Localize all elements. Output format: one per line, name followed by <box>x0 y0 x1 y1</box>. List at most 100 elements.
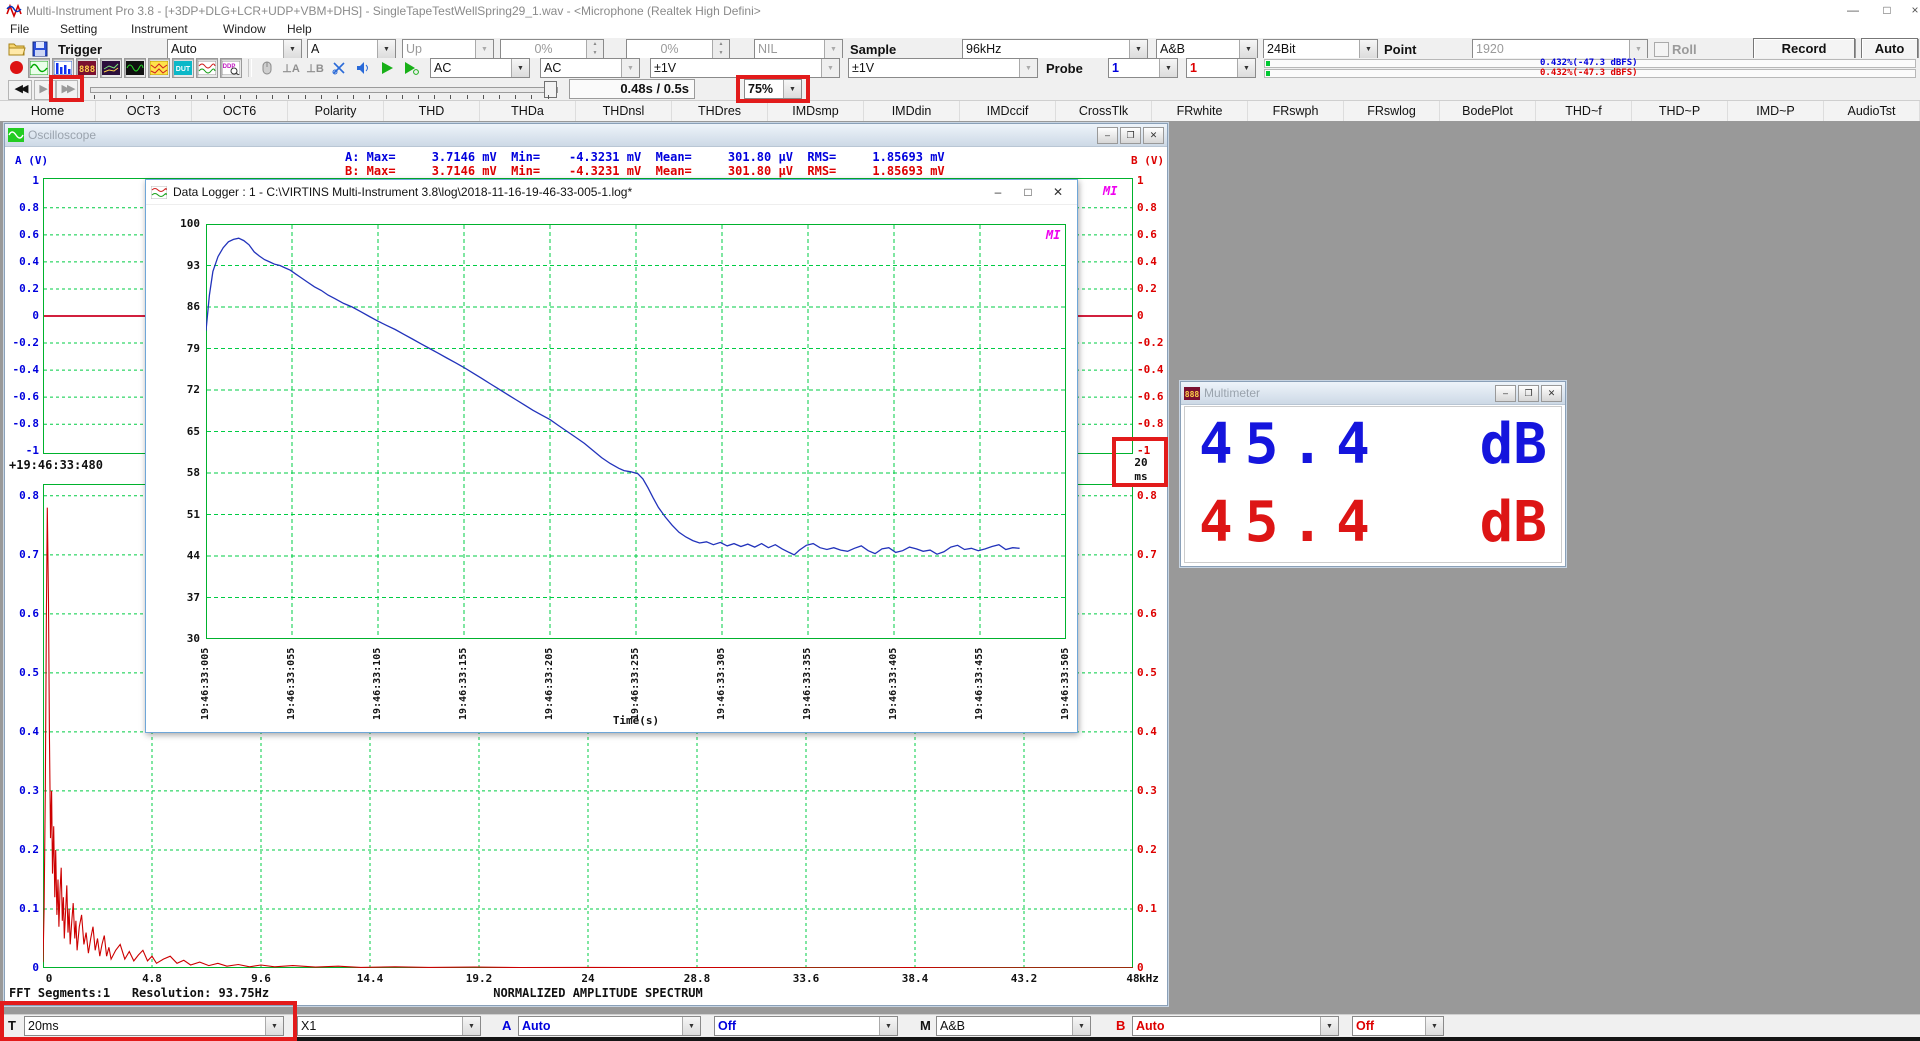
multimeter-restore-button[interactable]: ❐ <box>1518 385 1539 402</box>
probe-a-select[interactable]: 1▼ <box>1108 58 1178 78</box>
tab-imddin[interactable]: IMDdin <box>864 101 960 121</box>
slider-tick <box>143 95 144 99</box>
oscilloscope-close-button[interactable]: ✕ <box>1143 127 1164 144</box>
probe-b-select[interactable]: 1▼ <box>1186 58 1256 78</box>
fast-forward-button[interactable]: ▶▶ <box>56 80 78 100</box>
chevron-down-icon[interactable]: ▼ <box>511 59 529 77</box>
tab-imdccif[interactable]: IMDccif <box>960 101 1056 121</box>
oscilloscope-restore-button[interactable]: ❐ <box>1120 127 1141 144</box>
sampling-bits-select[interactable]: 24Bit▼ <box>1263 39 1378 59</box>
channel-b-mode-select[interactable]: Auto▼ <box>1132 1016 1339 1036</box>
datalogger-maximize-button[interactable]: □ <box>1013 182 1043 202</box>
multimeter-close-button[interactable]: ✕ <box>1541 385 1562 402</box>
dut-analyzer-icon[interactable]: DUT <box>172 58 194 78</box>
menu-file[interactable]: File <box>6 22 33 38</box>
oscilloscope-minimize-button[interactable]: – <box>1097 127 1118 144</box>
chevron-down-icon[interactable]: ▼ <box>1237 59 1255 77</box>
spectrum-analyzer-icon[interactable] <box>52 58 74 78</box>
tab-imdsmp[interactable]: IMDsmp <box>768 101 864 121</box>
chevron-down-icon[interactable]: ▼ <box>783 80 801 98</box>
spectrum-3d-icon[interactable] <box>100 58 122 78</box>
oscilloscope-icon[interactable] <box>28 58 50 78</box>
tab-oct6[interactable]: OCT6 <box>192 101 288 121</box>
tab-imd~p[interactable]: IMD~P <box>1728 101 1824 121</box>
chevron-down-icon[interactable]: ▼ <box>1425 1017 1443 1035</box>
multimeter-titlebar[interactable]: 888 Multimeter – ❐ ✕ <box>1181 382 1565 405</box>
tab-oct3[interactable]: OCT3 <box>96 101 192 121</box>
axis-tick-label: 0.2 <box>5 282 39 295</box>
derived-datapoint-icon[interactable] <box>196 58 218 78</box>
chevron-down-icon[interactable]: ▼ <box>1359 40 1377 58</box>
trigger-source-select[interactable]: A▼ <box>307 39 396 59</box>
open-file-icon[interactable] <box>8 41 26 57</box>
record-dot-icon[interactable] <box>10 61 23 74</box>
tab-thd[interactable]: THD <box>384 101 480 121</box>
tab-home[interactable]: Home <box>0 101 96 121</box>
chevron-down-icon[interactable]: ▼ <box>1239 40 1257 58</box>
chevron-down-icon[interactable]: ▼ <box>879 1017 897 1035</box>
chevron-down-icon[interactable]: ▼ <box>1072 1017 1090 1035</box>
chevron-down-icon[interactable]: ▼ <box>462 1017 480 1035</box>
menu-setting[interactable]: Setting <box>56 22 101 38</box>
play-loop-icon[interactable] <box>400 58 422 78</box>
axis-tick-label: 0.1 <box>5 902 39 915</box>
playback-speed-select[interactable]: 75%▼ <box>744 79 802 99</box>
tab-thdnsl[interactable]: THDnsl <box>576 101 672 121</box>
save-icon[interactable] <box>32 41 48 57</box>
multimeter-minimize-button[interactable]: – <box>1495 385 1516 402</box>
menu-instrument[interactable]: Instrument <box>127 22 192 38</box>
ddp-viewer-icon[interactable]: DDP <box>220 58 242 78</box>
signal-generator-icon[interactable] <box>124 58 146 78</box>
coupling-a-select[interactable]: AC▼ <box>430 58 530 78</box>
tab-audiotst[interactable]: AudioTst <box>1824 101 1920 121</box>
chevron-down-icon[interactable]: ▼ <box>682 1017 700 1035</box>
chevron-down-icon[interactable]: ▼ <box>283 40 301 58</box>
minimize-button[interactable]: — <box>1836 0 1870 21</box>
tab-thda[interactable]: THDa <box>480 101 576 121</box>
rewind-button[interactable]: ◀◀ <box>8 80 32 100</box>
octave-analyzer-icon[interactable] <box>148 58 170 78</box>
tab-thdres[interactable]: THDres <box>672 101 768 121</box>
datalogger-minimize-button[interactable]: – <box>983 182 1013 202</box>
chevron-down-icon[interactable]: ▼ <box>1320 1017 1338 1035</box>
chevron-down-icon[interactable]: ▼ <box>377 40 395 58</box>
axis-tick-label: 72 <box>166 383 200 396</box>
sampling-channels-select[interactable]: A&B▼ <box>1156 39 1258 59</box>
channel-a-function-select[interactable]: Off▼ <box>714 1016 898 1036</box>
record-button[interactable]: Record <box>1753 38 1855 59</box>
chevron-down-icon[interactable]: ▼ <box>1129 40 1147 58</box>
tab-thd~p[interactable]: THD~P <box>1632 101 1728 121</box>
probe-calibration-icon[interactable] <box>328 58 350 78</box>
timebase-select[interactable]: 20ms▼ <box>24 1016 284 1036</box>
tab-polarity[interactable]: Polarity <box>288 101 384 121</box>
play-icon[interactable] <box>376 58 398 78</box>
tab-frswlog[interactable]: FRswlog <box>1344 101 1440 121</box>
tab-bodeplot[interactable]: BodePlot <box>1440 101 1536 121</box>
channel-a-mode-select[interactable]: Auto▼ <box>518 1016 701 1036</box>
multimeter-icon[interactable]: 888 <box>76 58 98 78</box>
tab-frswph[interactable]: FRswph <box>1248 101 1344 121</box>
chevron-down-icon[interactable]: ▼ <box>1159 59 1177 77</box>
tab-thd~f[interactable]: THD~f <box>1536 101 1632 121</box>
position-slider-track[interactable] <box>90 87 558 93</box>
close-button[interactable]: × <box>1898 0 1920 21</box>
step-forward-button[interactable]: ▶| <box>34 80 56 100</box>
speaker-icon[interactable] <box>352 58 374 78</box>
auto-button[interactable]: Auto <box>1861 38 1918 59</box>
datalogger-time-tick-label: 19:46:33:155 <box>458 646 470 720</box>
datalogger-titlebar[interactable]: Data Logger : 1 - C:\VIRTINS Multi-Instr… <box>146 180 1077 205</box>
axis-tick-label: 0.5 <box>1137 666 1171 679</box>
oscilloscope-titlebar[interactable]: Oscilloscope – ❐ ✕ <box>5 124 1167 147</box>
chevron-down-icon[interactable]: ▼ <box>265 1017 283 1035</box>
tab-crosstlk[interactable]: CrossTlk <box>1056 101 1152 121</box>
channel-mode-select[interactable]: A&B▼ <box>936 1016 1091 1036</box>
trigger-mode-select[interactable]: Auto▼ <box>167 39 302 59</box>
tab-frwhite[interactable]: FRwhite <box>1152 101 1248 121</box>
datalogger-close-button[interactable]: ✕ <box>1043 182 1073 202</box>
position-slider-thumb[interactable] <box>544 81 557 98</box>
zoom-select[interactable]: X1▼ <box>297 1016 481 1036</box>
menu-help[interactable]: Help <box>283 22 316 38</box>
menu-window[interactable]: Window <box>219 22 270 38</box>
sampling-rate-select[interactable]: 96kHz▼ <box>962 39 1148 59</box>
channel-b-function-select[interactable]: Off▼ <box>1352 1016 1444 1036</box>
